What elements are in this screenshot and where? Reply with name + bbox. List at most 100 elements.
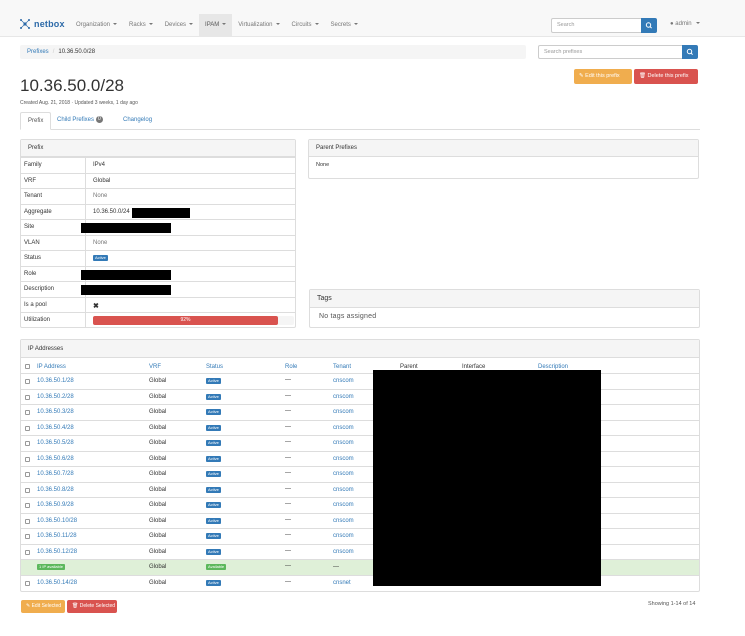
ip-address-link[interactable]: 10.36.50.2/28: [37, 394, 74, 400]
nav-secrets[interactable]: Secrets: [325, 14, 364, 36]
status-badge: Active: [206, 393, 221, 400]
tags-panel: Tags No tags assigned: [309, 289, 700, 328]
vrf-cell: Global: [149, 440, 167, 446]
ip-address-link[interactable]: 10.36.50.1/28: [37, 378, 74, 384]
row-checkbox[interactable]: [25, 441, 30, 446]
ip-address-link[interactable]: 10.36.50.14/28: [37, 580, 77, 586]
panel-heading: IP Addresses: [21, 340, 699, 358]
row-checkbox[interactable]: [25, 456, 30, 462]
ip-address-link[interactable]: 10.36.50.5/28: [37, 440, 74, 446]
col-vrf[interactable]: VRF: [149, 364, 161, 370]
row-checkbox[interactable]: [25, 487, 30, 493]
vrf-cell: Global: [149, 486, 167, 493]
prefix-panel: Prefix Family IPv4 VRF Global Tenant None A…: [20, 139, 296, 328]
prefix-row-is-pool: Is a pool ✖: [21, 296, 295, 312]
status-badge: Active: [206, 502, 221, 508]
select-all-checkbox[interactable]: [25, 364, 30, 369]
navbar: netbox Organization Racks Devices IPAM V…: [0, 0, 745, 37]
prefix-search-input[interactable]: Search prefixes: [538, 45, 683, 59]
nav-virtualization[interactable]: Virtualization: [232, 14, 285, 36]
row-value: Global: [93, 177, 111, 184]
prefix-row-description: Description: [21, 281, 295, 297]
global-search-button[interactable]: [641, 18, 657, 33]
row-key: Description: [24, 286, 55, 292]
nav-label: Secrets: [330, 22, 351, 28]
breadcrumb-prefixes-link[interactable]: Prefixes: [27, 49, 49, 55]
nav-label: Devices: [164, 22, 187, 28]
col-role[interactable]: Role: [285, 364, 297, 370]
row-checkbox[interactable]: [25, 534, 30, 539]
ip-address-link[interactable]: 10.36.50.4/28: [37, 425, 74, 431]
row-checkbox[interactable]: [25, 503, 30, 508]
available-ip-badge[interactable]: 1 IP available: [37, 564, 65, 570]
ip-address-link[interactable]: 10.36.50.11/28: [37, 533, 77, 539]
page-title: 10.36.50.0/28: [20, 76, 124, 95]
tenant-link[interactable]: cnscom: [333, 518, 354, 524]
row-value: None: [93, 193, 108, 199]
ip-address-link[interactable]: 10.36.50.12/28: [37, 549, 77, 555]
caret-down-icon: [189, 23, 194, 26]
nav-circuits[interactable]: Circuits: [286, 14, 325, 36]
row-checkbox[interactable]: [25, 410, 30, 415]
row-checkbox[interactable]: [25, 394, 30, 400]
row-key: VRF: [24, 177, 36, 184]
nav-racks[interactable]: Racks: [123, 14, 159, 36]
col-tenant[interactable]: Tenant: [333, 364, 351, 370]
tenant-link[interactable]: cnsnet: [333, 580, 351, 586]
tab-prefix[interactable]: Prefix: [20, 112, 52, 130]
ip-address-link[interactable]: 10.36.50.7/28: [37, 471, 74, 477]
nav-ipam[interactable]: IPAM: [199, 14, 233, 36]
brand[interactable]: netbox: [19, 18, 65, 30]
delete-prefix-button[interactable]: 🗑 Delete this prefix: [634, 69, 698, 84]
panel-heading: Prefix: [21, 140, 295, 157]
row-value: IPv4: [93, 162, 106, 168]
row-checkbox[interactable]: [25, 518, 30, 524]
ip-address-link[interactable]: 10.36.50.8/28: [37, 487, 74, 493]
tenant-link[interactable]: cnscom: [333, 487, 354, 493]
tenant-link[interactable]: cnscom: [333, 409, 354, 415]
tenant-link[interactable]: cnscom: [333, 440, 354, 446]
ip-address-link[interactable]: 10.36.50.9/28: [37, 502, 74, 508]
status-badge: Available: [206, 564, 227, 570]
nav-organization[interactable]: Organization: [70, 14, 123, 36]
tenant-link[interactable]: cnscom: [333, 502, 354, 508]
prefix-row-aggregate: Aggregate 10.36.50.0/24: [21, 203, 295, 219]
tab-child-prefixes[interactable]: Child Prefixes 0: [50, 112, 110, 130]
row-checkbox[interactable]: [25, 379, 30, 384]
aggregate-link[interactable]: 10.36.50.0/24: [93, 209, 130, 215]
search-icon: [686, 48, 693, 55]
row-key: Site: [24, 224, 35, 230]
tenant-link[interactable]: cnscom: [333, 549, 354, 555]
tenant-link[interactable]: cnscom: [333, 471, 354, 477]
redacted-block: [373, 370, 601, 586]
nav-label: Racks: [129, 22, 146, 28]
redacted-block: [81, 269, 171, 280]
row-checkbox[interactable]: [25, 425, 30, 431]
row-key: Aggregate: [24, 208, 52, 215]
redacted-block: [81, 223, 171, 233]
global-search-input[interactable]: Search: [551, 18, 642, 33]
tenant-link[interactable]: cnscom: [333, 533, 354, 539]
delete-selected-button[interactable]: 🗑 Delete Selected: [67, 600, 117, 613]
row-checkbox[interactable]: [25, 472, 30, 477]
row-checkbox[interactable]: [25, 549, 30, 555]
ip-address-link[interactable]: 10.36.50.6/28: [37, 456, 74, 462]
panel-heading: Tags: [310, 290, 699, 308]
row-checkbox[interactable]: [25, 580, 30, 586]
tenant-link[interactable]: cnscom: [333, 378, 354, 384]
ip-address-link[interactable]: 10.36.50.3/28: [37, 409, 74, 415]
col-status[interactable]: Status: [206, 364, 223, 370]
row-value: None: [93, 239, 108, 246]
ip-address-link[interactable]: 10.36.50.10/28: [37, 518, 77, 524]
edit-prefix-button[interactable]: ✎ Edit this prefix: [574, 69, 632, 84]
user-menu[interactable]: ● admin: [670, 21, 701, 27]
tenant-link[interactable]: cnscom: [333, 425, 354, 431]
tenant-link[interactable]: cnscom: [333, 394, 354, 400]
status-badge: Active: [206, 579, 221, 586]
col-ip-address[interactable]: IP Address: [37, 364, 66, 370]
tab-changelog[interactable]: Changelog: [116, 112, 159, 130]
edit-selected-button[interactable]: ✎ Edit Selected: [21, 600, 65, 613]
prefix-search-button[interactable]: [682, 45, 698, 59]
nav-devices[interactable]: Devices: [159, 14, 199, 36]
tenant-link[interactable]: cnscom: [333, 456, 354, 462]
